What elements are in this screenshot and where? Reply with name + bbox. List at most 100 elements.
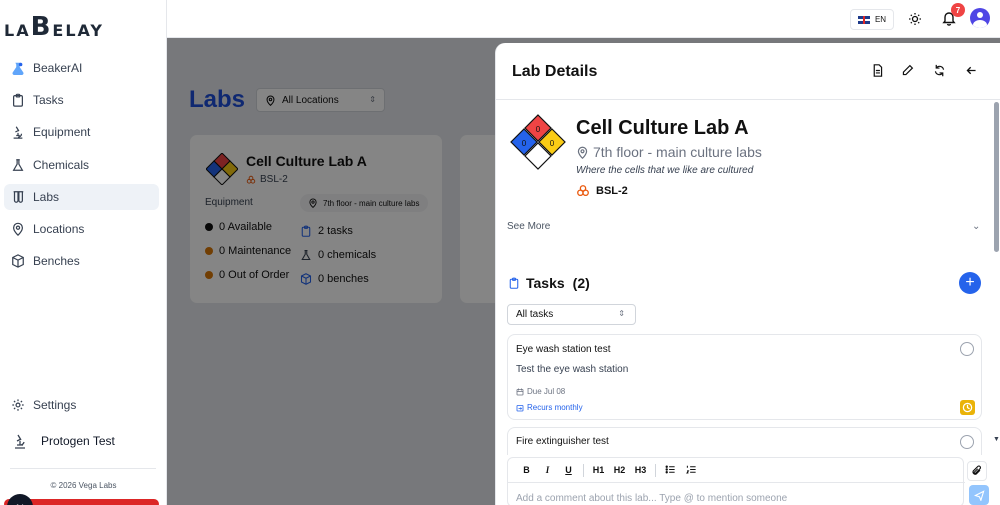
user-avatar[interactable] [970, 8, 990, 28]
sidebar-item-chemicals[interactable]: Chemicals [4, 152, 159, 178]
biohazard-icon [577, 185, 589, 197]
sidebar-item-label: Locations [33, 221, 85, 236]
sidebar-item-label: Chemicals [33, 157, 90, 172]
tasks-count: (2) [572, 275, 590, 291]
map-pin-icon [577, 146, 588, 159]
comment-editor[interactable]: B I U H1 H2 H3 Add a comment about this … [507, 457, 965, 505]
tasks-heading: Tasks (2) [508, 275, 590, 291]
map-pin-icon [11, 222, 25, 236]
gear-icon [12, 399, 24, 411]
task-recurs-text: Recurs monthly [527, 403, 583, 412]
theme-toggle-sun-icon[interactable] [907, 11, 923, 27]
task-due: Due Jul 08 [516, 387, 565, 396]
clipboard-icon [11, 93, 25, 107]
panel-title: Lab Details [512, 63, 598, 80]
notification-badge: 7 [951, 3, 965, 17]
toolbar-divider [655, 463, 656, 477]
task-filter-select[interactable]: All tasks ⇕ [507, 304, 636, 325]
sidebar-item-labs[interactable]: Labs [4, 183, 159, 210]
test-tubes-icon [11, 190, 25, 204]
avatar[interactable]: N [7, 494, 33, 505]
task-due-text: Due Jul 08 [527, 387, 566, 396]
sidebar-nav: BeakerAI Tasks Equipment Chemicals Labs … [4, 55, 159, 280]
task-recurs: Recurs monthly [516, 403, 583, 412]
lab-location: 7th floor - main culture labs [576, 144, 762, 160]
user-profile[interactable]: Protogen Test [11, 432, 115, 450]
sidebar-item-label: Labs [33, 189, 60, 204]
task-description: Test the eye wash station [516, 364, 629, 375]
sidebar-item-label: Benches [33, 254, 80, 269]
microscope-icon [11, 125, 25, 140]
sidebar-item-label: Tasks [33, 93, 64, 108]
copyright: © 2026 Vega Labs [50, 481, 117, 490]
add-task-button[interactable]: + [959, 272, 981, 294]
sidebar-item-equipment[interactable]: Equipment [4, 119, 159, 145]
scrollbar-thumb[interactable] [994, 102, 999, 252]
clipboard-icon [509, 277, 519, 289]
lab-bsl: BSL-2 [576, 184, 628, 198]
logo-text: ELAY [52, 21, 104, 40]
heading2-button[interactable]: H2 [609, 465, 630, 475]
scroll-down-arrow-icon[interactable]: ▼ [993, 436, 1000, 443]
italic-button[interactable]: I [537, 465, 558, 475]
back-arrow-icon[interactable] [965, 64, 981, 80]
toolbar-divider [583, 463, 584, 477]
topbar: EN 7 [167, 0, 1000, 38]
logo-letter: L [4, 21, 17, 40]
sidebar-item-label: Equipment [33, 125, 91, 140]
user-name: Protogen Test [41, 434, 115, 448]
sidebar-item-locations[interactable]: Locations [4, 216, 159, 242]
bullet-list-icon[interactable] [660, 464, 681, 477]
comment-placeholder: Add a comment about this lab... Type @ t… [516, 493, 788, 504]
task-complete-checkbox[interactable] [960, 435, 974, 449]
panel-header: Lab Details [496, 43, 1000, 100]
numbered-list-icon[interactable] [681, 464, 702, 477]
lab-name: Cell Culture Lab A [576, 117, 749, 139]
lab-location-text: 7th floor - main culture labs [593, 144, 762, 160]
task-card[interactable]: Fire extinguisher test [507, 427, 982, 455]
nfpa-health: 0 [522, 139, 527, 148]
logo-letter: A [16, 21, 31, 40]
logo-letter: B [30, 12, 53, 42]
heading1-button[interactable]: H1 [588, 465, 609, 475]
see-more-toggle[interactable]: See More [507, 221, 550, 232]
calendar-icon [516, 388, 524, 395]
language-selector[interactable]: EN [850, 9, 894, 30]
editor-toolbar: B I U H1 H2 H3 [508, 458, 965, 483]
document-icon[interactable] [871, 64, 887, 80]
language-label: EN [874, 15, 887, 24]
lab-details-panel: Lab Details 0 0 0 Cell Culture Lab A 7th… [495, 43, 1000, 505]
heading3-button[interactable]: H3 [630, 465, 651, 475]
tasks-title: Tasks [526, 275, 565, 291]
sidebar-item-beakerai[interactable]: BeakerAI [4, 55, 159, 81]
task-card[interactable]: Eye wash station test Test the eye wash … [507, 334, 982, 420]
sidebar-item-benches[interactable]: Benches [4, 248, 159, 274]
send-icon[interactable] [969, 485, 989, 505]
sidebar: L A B ELAY BeakerAI Tasks Equipment Chemica… [0, 0, 167, 505]
nfpa-instability: 0 [550, 139, 555, 148]
box-icon [11, 254, 25, 268]
lab-user-icon [11, 432, 29, 450]
settings-label: Settings [33, 398, 77, 412]
underline-button[interactable]: U [558, 465, 579, 475]
chevron-updown-icon: ⇕ [618, 309, 625, 318]
settings-link[interactable]: Settings [11, 398, 76, 412]
chevron-down-icon[interactable]: ⌄ [972, 221, 980, 232]
beaker-ai-icon [11, 61, 25, 75]
app-logo[interactable]: L A B ELAY [4, 10, 104, 42]
repeat-icon [516, 404, 524, 411]
lab-bsl-text: BSL-2 [596, 185, 628, 197]
edit-pencil-icon[interactable] [901, 64, 917, 80]
task-name: Eye wash station test [516, 344, 611, 355]
clock-icon [960, 400, 975, 415]
refresh-icon[interactable] [933, 64, 949, 80]
paperclip-icon[interactable] [967, 461, 987, 481]
sidebar-item-tasks[interactable]: Tasks [4, 87, 159, 113]
nfpa-diamond: 0 0 0 [510, 114, 566, 173]
divider [10, 468, 156, 469]
task-filter-value: All tasks [516, 309, 554, 320]
lab-description: Where the cells that we like are culture… [576, 165, 754, 176]
bold-button[interactable]: B [516, 465, 537, 475]
task-complete-checkbox[interactable] [960, 342, 974, 356]
sidebar-item-label: BeakerAI [33, 61, 83, 75]
